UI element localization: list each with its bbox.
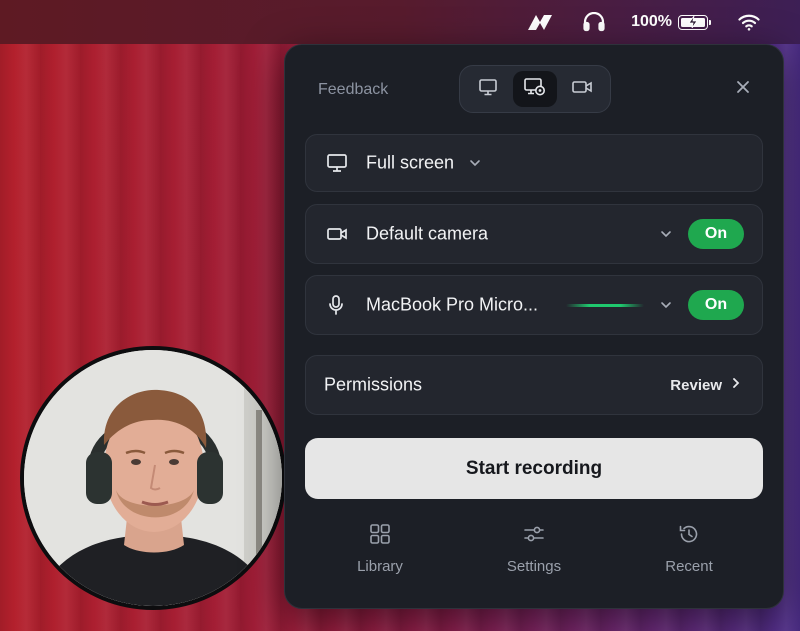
menu-bar: 100% [0,0,800,44]
start-recording-button[interactable]: Start recording [305,438,763,499]
review-link[interactable]: Review [670,376,740,394]
close-button[interactable] [733,79,753,99]
nav-library[interactable]: Library [330,523,430,575]
battery-icon [678,14,711,30]
display-source-select[interactable]: Full screen [305,134,763,192]
close-icon [736,80,750,99]
chevron-down-icon[interactable] [660,301,672,309]
history-icon [678,523,700,550]
chevron-right-icon [732,376,740,394]
permissions-label: Permissions [324,374,423,395]
video-camera-icon [326,226,348,242]
mode-tab-screen[interactable] [466,71,509,107]
capture-mode-switcher [459,65,611,113]
audio-level-meter [566,304,644,307]
bottom-nav: Library Settings Recent [285,523,783,593]
panel-title: Feedback [318,81,389,98]
chevron-down-icon[interactable] [660,230,672,238]
monitor-icon [326,153,348,173]
screen-camera-icon [523,77,547,102]
microphone-toggle[interactable]: On [688,290,744,320]
nav-settings[interactable]: Settings [484,523,584,575]
camera-select[interactable]: Default camera On [305,204,763,264]
nav-recent[interactable]: Recent [639,523,739,575]
battery-status[interactable]: 100% [631,13,711,31]
webcam-preview[interactable] [20,346,286,610]
chevron-down-icon [469,159,481,167]
camera-toggle[interactable]: On [688,219,744,249]
nav-settings-label: Settings [506,558,562,575]
permissions-row[interactable]: Permissions Review [305,355,763,415]
microphone-select[interactable]: MacBook Pro Micro... On [305,275,763,335]
display-source-label: Full screen [366,152,455,173]
sliders-icon [523,523,545,550]
nav-recent-label: Recent [665,558,713,575]
wifi-icon[interactable] [738,14,760,31]
headphones-icon[interactable] [583,12,605,32]
review-label: Review [670,376,722,394]
mode-tab-screen-camera[interactable] [513,71,557,107]
panel-header: Feedback [285,45,783,133]
microphone-icon [326,294,346,316]
recorder-panel: Feedback Full screen Default camera On M… [284,44,784,609]
microphone-label: MacBook Pro Micro... [366,294,539,315]
camera-label: Default camera [366,223,489,244]
mode-tab-camera[interactable] [561,71,604,107]
nav-library-label: Library [357,558,403,575]
video-camera-icon [571,79,593,100]
battery-percent: 100% [631,13,672,30]
monitor-icon [478,78,498,101]
app-logo-icon[interactable] [527,13,553,31]
grid-icon [369,523,391,550]
